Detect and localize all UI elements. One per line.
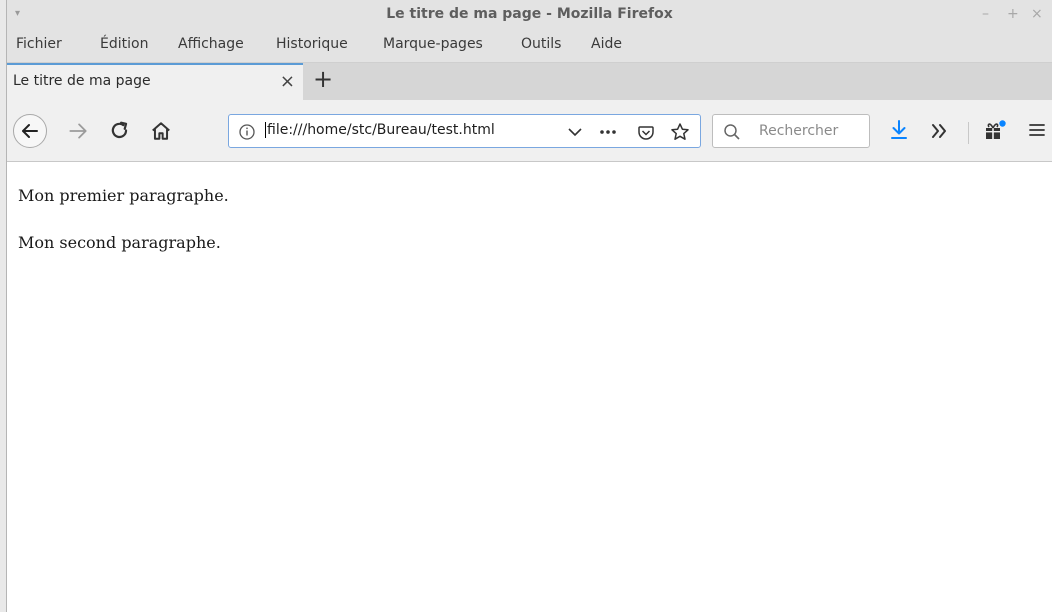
menu-historique[interactable]: Historique — [276, 36, 348, 52]
toolbar-separator — [968, 122, 969, 144]
reload-icon[interactable] — [109, 120, 131, 142]
navigation-bar: file:///home/stc/Bureau/test.html Recher… — [7, 100, 1052, 162]
window-title: Le titre de ma page - Mozilla Firefox — [386, 6, 673, 22]
new-tab-button[interactable]: + — [313, 65, 333, 93]
forward-icon[interactable] — [67, 120, 89, 142]
minimize-button[interactable]: – — [982, 6, 989, 22]
search-field[interactable]: Rechercher — [712, 114, 870, 148]
search-placeholder: Rechercher — [759, 123, 839, 139]
menu-aide[interactable]: Aide — [591, 36, 622, 52]
close-window-button[interactable]: × — [1031, 6, 1043, 22]
maximize-button[interactable]: + — [1007, 6, 1019, 22]
page-actions-icon[interactable] — [598, 124, 618, 140]
back-button[interactable] — [13, 114, 47, 148]
tab-label: Le titre de ma page — [13, 73, 151, 89]
page-content: Mon premier paragraphe. Mon second parag… — [18, 181, 229, 275]
tab-close-button[interactable]: × — [280, 71, 295, 92]
pocket-icon[interactable] — [637, 124, 655, 142]
menu-outils[interactable]: Outils — [521, 36, 561, 52]
menu-fichier[interactable]: Fichier — [16, 36, 62, 52]
menu-edition[interactable]: Édition — [100, 36, 148, 52]
downloads-icon[interactable] — [889, 119, 909, 141]
bookmark-star-icon[interactable] — [670, 122, 690, 142]
browser-chrome: ▾ Le titre de ma page - Mozilla Firefox … — [7, 0, 1052, 162]
extension-icon[interactable] — [983, 118, 1007, 142]
dropdown-icon[interactable] — [567, 124, 583, 140]
menu-affichage[interactable]: Affichage — [178, 36, 244, 52]
info-icon[interactable] — [238, 123, 256, 141]
menu-icon[interactable] — [1027, 120, 1047, 140]
tab-strip: Le titre de ma page × + — [7, 62, 1052, 100]
home-icon[interactable] — [150, 120, 172, 142]
search-icon — [724, 124, 740, 140]
menu-bar: Fichier Édition Affichage Historique Mar… — [7, 32, 1052, 62]
paragraph-1: Mon premier paragraphe. — [18, 186, 229, 205]
back-icon — [22, 124, 38, 138]
paragraph-2: Mon second paragraphe. — [18, 233, 221, 252]
tab-active[interactable]: Le titre de ma page × — [7, 63, 303, 100]
url-bar[interactable]: file:///home/stc/Bureau/test.html — [228, 114, 701, 148]
window-left-border — [0, 0, 7, 612]
url-text[interactable]: file:///home/stc/Bureau/test.html — [265, 122, 495, 138]
menu-marque-pages[interactable]: Marque-pages — [383, 36, 483, 52]
title-bar: ▾ Le titre de ma page - Mozilla Firefox … — [7, 0, 1052, 32]
overflow-icon[interactable] — [929, 120, 951, 142]
